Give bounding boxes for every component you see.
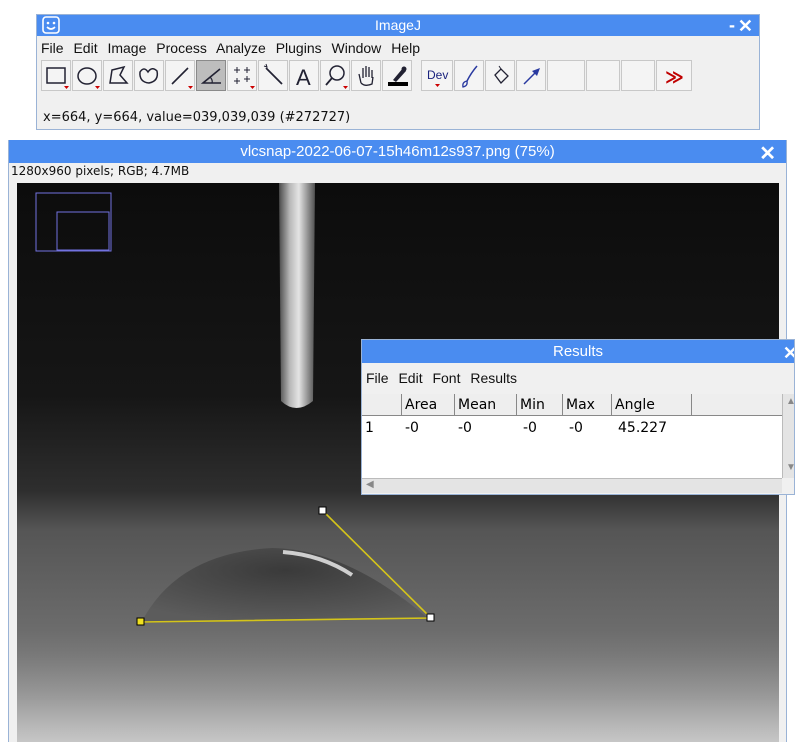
freehand-tool-icon — [139, 68, 159, 84]
empty-tool-slot-3[interactable] — [621, 60, 655, 91]
column-header-index[interactable] — [362, 394, 402, 416]
image-title: vlcsnap-2022-06-07-15h46m12s937.png (75%… — [240, 143, 555, 160]
column-header-area[interactable]: Area — [402, 394, 455, 416]
status-bar: x=664, y=664, value=039,039,039 (#272727… — [43, 110, 351, 125]
empty-tool-slot-2[interactable] — [586, 60, 620, 91]
tool-bar: A Dev ≫ — [41, 60, 757, 94]
menu-edit[interactable]: Edit — [73, 40, 97, 56]
column-header-blank — [692, 394, 782, 416]
minimize-button[interactable]: - — [729, 15, 735, 35]
result-angle: 45.227 — [618, 420, 667, 436]
wand-tool-icon — [263, 63, 283, 85]
text-tool-button[interactable]: A — [289, 60, 319, 91]
menu-process[interactable]: Process — [156, 40, 207, 56]
results-menu-edit[interactable]: Edit — [398, 370, 422, 386]
text-tool-icon: A — [296, 65, 311, 90]
main-menu-bar: File Edit Image Process Analyze Plugins … — [37, 38, 759, 58]
results-menu-file[interactable]: File — [366, 370, 389, 386]
main-title-bar: ImageJ - ✕ — [37, 15, 759, 36]
result-mean: -0 — [458, 420, 472, 436]
image-title-bar: vlcsnap-2022-06-07-15h46m12s937.png (75%… — [9, 140, 786, 165]
flood-fill-tool-icon — [494, 65, 509, 84]
main-title: ImageJ — [375, 17, 421, 33]
results-menu-bar: File Edit Font Results — [366, 370, 523, 386]
rectangle-tool-button[interactable] — [41, 60, 71, 91]
rectangle-tool-icon — [46, 67, 69, 89]
imagej-logo-icon — [42, 16, 60, 34]
empty-slot-icon — [587, 61, 588, 62]
results-menu-font[interactable]: Font — [432, 370, 460, 386]
freehand-tool-button[interactable] — [134, 60, 164, 91]
image-close-button[interactable]: ✕ — [759, 140, 776, 168]
results-table[interactable]: Area Mean Min Max Angle 1 -0 -0 -0 -0 45… — [362, 394, 782, 478]
more-tools-button[interactable]: ≫ — [656, 60, 692, 91]
angle-handle-top[interactable] — [318, 506, 327, 515]
menu-window[interactable]: Window — [332, 40, 382, 56]
developer-menu-label: Dev — [427, 68, 448, 82]
more-tools-glyph: ≫ — [665, 67, 684, 88]
scroll-up-arrow-icon[interactable]: ▲ — [786, 396, 794, 407]
empty-slot-icon — [548, 61, 549, 62]
result-row-index: 1 — [365, 420, 374, 436]
polygon-tool-icon — [109, 65, 129, 84]
developer-menu-icon: Dev — [427, 68, 448, 87]
results-menu-results[interactable]: Results — [470, 370, 517, 386]
results-close-button[interactable]: ✕ — [783, 340, 794, 366]
scroll-left-arrow-icon[interactable]: ◀ — [366, 479, 374, 490]
column-header-max[interactable]: Max — [563, 394, 612, 416]
angle-handle-vertex[interactable] — [426, 613, 435, 622]
wand-tool-button[interactable] — [258, 60, 288, 91]
results-title: Results — [552, 343, 604, 360]
color-picker-tool-icon — [388, 66, 408, 86]
menu-help[interactable]: Help — [391, 40, 420, 56]
results-window: Results ✕ File Edit Font Results Area Me… — [361, 339, 795, 495]
angle-tool-button[interactable] — [196, 60, 226, 91]
results-vertical-scrollbar[interactable]: ▲ ▼ — [782, 394, 794, 478]
brush-tool-button[interactable] — [454, 60, 484, 91]
empty-slot-icon — [622, 61, 623, 62]
multipoint-tool-icon — [234, 67, 255, 89]
result-area: -0 — [405, 420, 419, 436]
angle-handle-base[interactable] — [136, 617, 145, 626]
results-horizontal-scrollbar[interactable]: ◀ — [362, 478, 782, 493]
result-max: -0 — [569, 420, 583, 436]
line-tool-button[interactable] — [165, 60, 195, 91]
menu-analyze[interactable]: Analyze — [216, 40, 266, 56]
main-close-button[interactable]: ✕ — [738, 15, 753, 37]
scroll-down-arrow-icon[interactable]: ▼ — [786, 462, 794, 473]
more-tools-icon: ≫ — [665, 67, 684, 88]
magnifier-tool-icon — [325, 65, 348, 89]
hand-tool-icon — [358, 66, 374, 86]
developer-menu-button[interactable]: Dev — [421, 60, 453, 91]
flood-fill-tool-button[interactable] — [485, 60, 515, 91]
angle-tool-icon — [200, 68, 221, 84]
color-picker-tool-button[interactable] — [382, 60, 412, 91]
image-info: 1280x960 pixels; RGB; 4.7MB — [11, 164, 190, 178]
oval-tool-icon — [77, 67, 100, 89]
polygon-tool-button[interactable] — [103, 60, 133, 91]
multipoint-tool-button[interactable] — [227, 60, 257, 91]
arrow-tool-icon — [523, 68, 540, 85]
hand-tool-button[interactable] — [351, 60, 381, 91]
column-header-mean[interactable]: Mean — [455, 394, 517, 416]
arrow-tool-button[interactable] — [516, 60, 546, 91]
results-title-bar: Results ✕ — [362, 340, 794, 363]
oval-tool-button[interactable] — [72, 60, 102, 91]
menu-file[interactable]: File — [41, 40, 64, 56]
line-tool-icon — [171, 67, 193, 89]
menu-image[interactable]: Image — [107, 40, 146, 56]
column-header-angle[interactable]: Angle — [612, 394, 692, 416]
result-min: -0 — [523, 420, 537, 436]
magnifier-tool-button[interactable] — [320, 60, 350, 91]
brush-tool-icon — [462, 65, 478, 88]
imagej-main-window: ImageJ - ✕ File Edit Image Process Analy… — [36, 14, 760, 130]
empty-tool-slot-1[interactable] — [547, 60, 585, 91]
text-tool-glyph: A — [296, 65, 311, 90]
column-header-min[interactable]: Min — [517, 394, 563, 416]
menu-plugins[interactable]: Plugins — [276, 40, 322, 56]
